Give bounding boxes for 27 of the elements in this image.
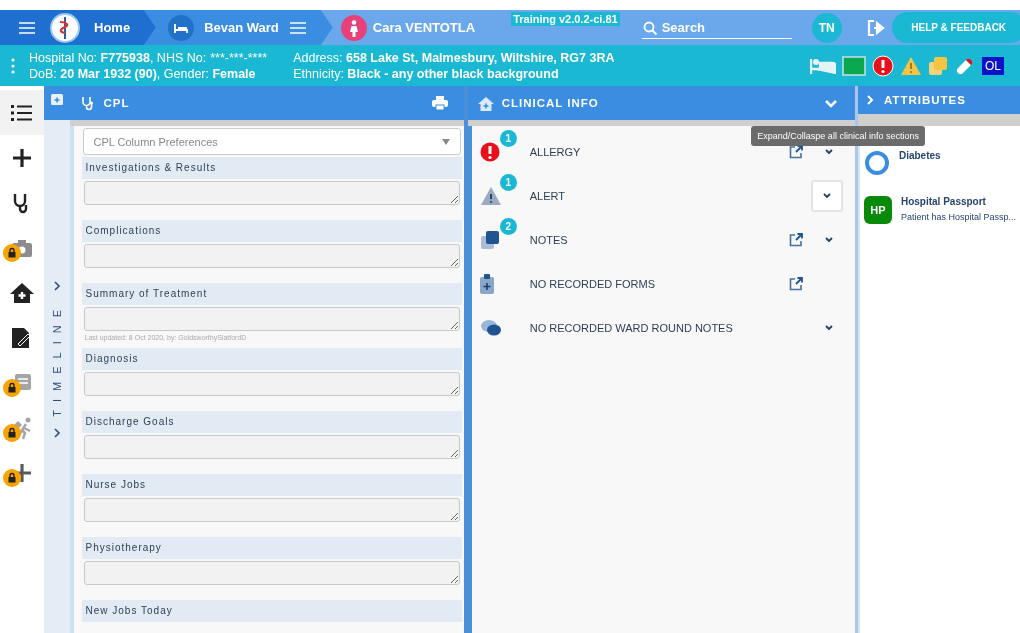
- section-label: Diagnosis: [81, 348, 462, 370]
- ethnicity-text: Ethnicity: Black - any other black background: [293, 66, 560, 81]
- hospital-number-text: Hospital No: F775938, NHS No:: [29, 50, 207, 65]
- count-badge: 1: [499, 174, 517, 191]
- section-label: Investigations & Results: [81, 157, 462, 179]
- version-label: Training v2.0.2-ci.81: [511, 11, 620, 26]
- patient-name: Cara VENTOTLA: [372, 20, 476, 35]
- count-badge: 1: [499, 130, 517, 147]
- panel-title: CLINICAL INFO: [501, 97, 599, 109]
- address-text: Address: 658 Lake St, Malmesbury, Wiltshire, RG7 3RA: [293, 50, 615, 65]
- section-label: Summary of Treatment: [81, 283, 462, 305]
- tooltip: Expand/Collaspe all clinical info sections: [751, 126, 925, 146]
- date-of-birth-text: DoB: 20 Mar 1932 (90), Gender: Female: [29, 66, 257, 81]
- section-label: Discharge Goals: [81, 411, 462, 433]
- section-label: Nurse Jobs: [81, 474, 462, 496]
- section-label: New Jobs Today: [81, 600, 462, 622]
- count-badge: 2: [499, 218, 517, 235]
- attribute-title: Hospital Passport: [900, 196, 987, 207]
- attribute-title: Diabetes: [898, 150, 941, 161]
- attribute-description: Patient has Hospital Passp...: [900, 212, 1016, 222]
- nhs-number-text: ***-***-****: [210, 50, 268, 65]
- section-label: Physiotherapy: [81, 537, 462, 559]
- panel-title: CPL: [103, 97, 130, 109]
- ward-name: Bevan Ward: [204, 20, 279, 35]
- section-label: Complications: [81, 220, 462, 242]
- attribute-badge: HP: [863, 196, 892, 224]
- panel-title: ATTRIBUTES: [883, 94, 966, 106]
